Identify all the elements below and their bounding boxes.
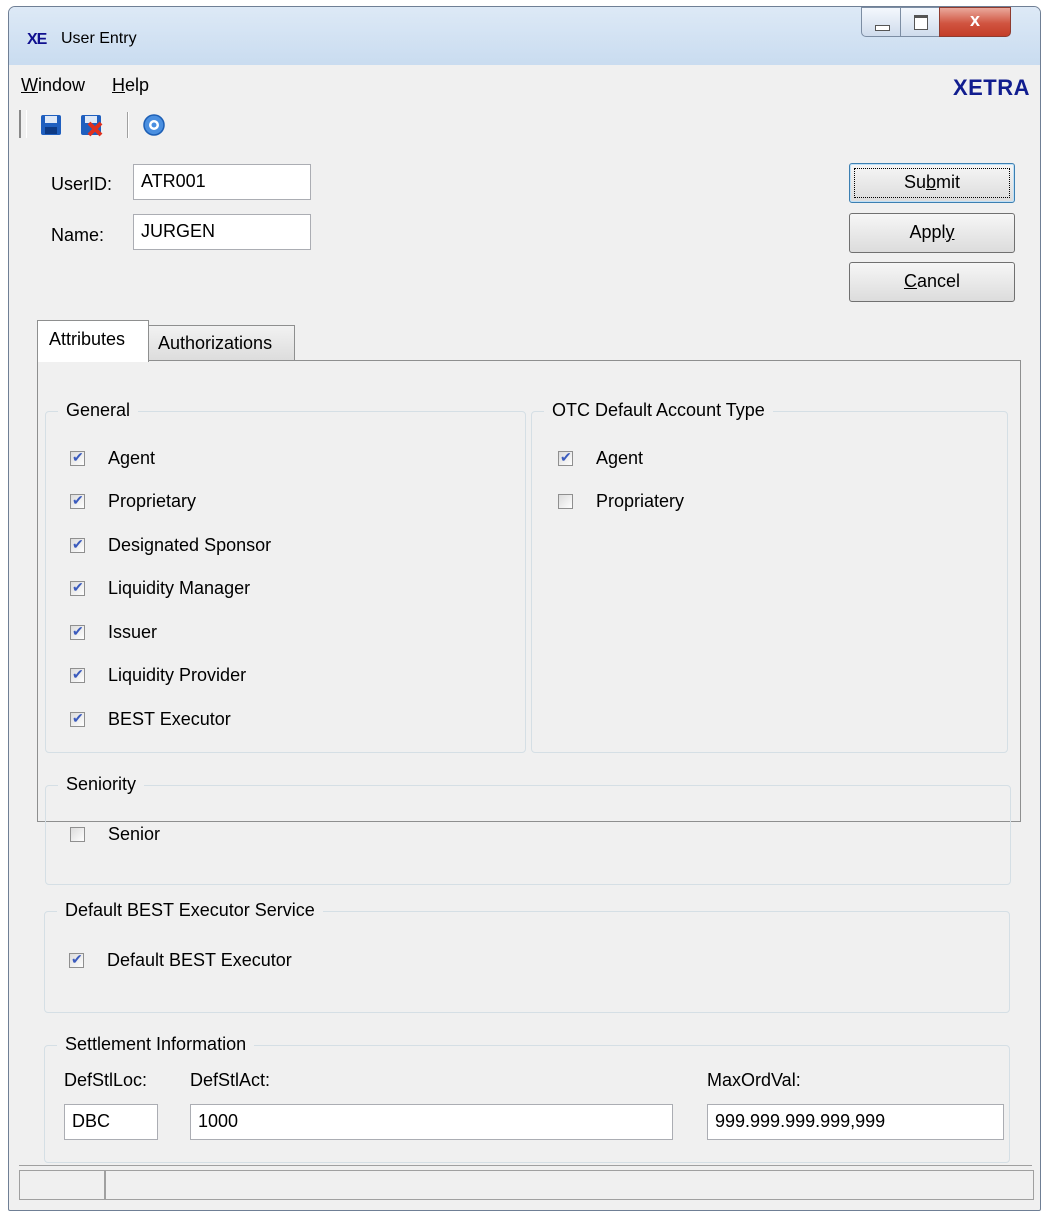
- cancel-button[interactable]: Cancel: [849, 262, 1015, 302]
- toolbar-grip[interactable]: [19, 110, 27, 138]
- cancel-mnemonic: C: [903, 271, 917, 291]
- user-entry-window: XE User Entry x Window Help XETRA UserID…: [8, 6, 1041, 1211]
- checkbox-box: [70, 710, 85, 727]
- submit-button[interactable]: Submit: [849, 163, 1015, 203]
- menu-help[interactable]: Help: [112, 75, 149, 96]
- status-cell-1: [19, 1170, 105, 1200]
- menu-bar: Window Help XETRA: [9, 65, 1040, 105]
- general-group: General Agent Proprietary Designated Spo…: [45, 400, 526, 753]
- maxordval-label: MaxOrdVal:: [707, 1070, 801, 1090]
- menu-help-mnemonic: H: [112, 75, 125, 95]
- checkbox-label: BEST Executor: [108, 709, 231, 729]
- help-icon[interactable]: [142, 113, 166, 137]
- checkbox-label: Designated Sponsor: [108, 535, 272, 555]
- minimize-button[interactable]: [861, 7, 901, 37]
- checkbox-label: Propriatery: [596, 491, 685, 511]
- minimize-icon: [875, 25, 890, 31]
- checkbox-label: Agent: [596, 448, 644, 468]
- defstlloc-field[interactable]: DBC: [64, 1104, 158, 1140]
- submit-focus-ring: [854, 168, 1010, 198]
- cancel-label-post: ancel: [916, 271, 961, 291]
- apply-mnemonic: y: [945, 222, 955, 242]
- checkbox-label: Agent: [108, 448, 156, 468]
- checkbox-box: [70, 579, 85, 596]
- defstlact-field[interactable]: 1000: [190, 1104, 673, 1140]
- close-icon: x: [969, 10, 980, 30]
- menu-window[interactable]: Window: [21, 75, 85, 96]
- checkbox-box: [558, 494, 573, 509]
- seniority-group: Seniority Senior: [45, 774, 1011, 885]
- attributes-tab-panel: General Agent Proprietary Designated Spo…: [37, 360, 1021, 885]
- save-close-icon[interactable]: [79, 113, 103, 137]
- checkbox-label: Proprietary: [108, 491, 197, 511]
- defstlact-label: DefStlAct:: [190, 1070, 271, 1090]
- maximize-icon: [914, 15, 928, 30]
- checkbox-label: Senior: [108, 824, 161, 844]
- checkbox-box: [70, 492, 85, 509]
- window-title: User Entry: [61, 30, 137, 47]
- toolbar-separator: [127, 112, 129, 138]
- checkbox-box: [558, 449, 573, 466]
- checkbox-label: Liquidity Manager: [108, 578, 251, 598]
- seniority-group-title: Seniority: [58, 774, 145, 795]
- xetra-brand-logo: XETRA: [952, 75, 1030, 100]
- save-icon[interactable]: [39, 113, 63, 137]
- defstlloc-label: DefStlLoc:: [64, 1070, 148, 1090]
- settlement-group-title: Settlement Information: [57, 1034, 255, 1055]
- app-logo: XE: [27, 31, 47, 48]
- checkbox-label: Default BEST Executor: [107, 950, 292, 970]
- otc-default-account-type-group: OTC Default Account Type Agent Propriate…: [531, 400, 1008, 753]
- maximize-button[interactable]: [900, 7, 940, 37]
- checkbox-box: [70, 666, 85, 683]
- otc-group-title: OTC Default Account Type: [544, 400, 773, 421]
- name-label: Name:: [51, 225, 105, 245]
- menu-help-label: elp: [125, 75, 150, 95]
- apply-label-pre: Appl: [909, 222, 946, 242]
- settlement-information-group: Settlement Information DefStlLoc: DBC De…: [44, 1034, 1010, 1163]
- userid-field[interactable]: ATR001: [133, 164, 311, 200]
- checkbox-label: Liquidity Provider: [108, 665, 247, 685]
- checkbox-box: [69, 951, 84, 968]
- menu-window-mnemonic: W: [21, 75, 38, 95]
- title-bar[interactable]: XE User Entry x: [9, 7, 1040, 66]
- checkbox-box: [70, 623, 85, 640]
- checkbox-box: [70, 536, 85, 553]
- general-group-title: General: [58, 400, 139, 421]
- menu-window-label: indow: [38, 75, 86, 95]
- status-cell-2: [105, 1170, 1034, 1200]
- checkbox-label: Issuer: [108, 622, 158, 642]
- status-bar: [19, 1165, 1034, 1202]
- best-service-group-title: Default BEST Executor Service: [57, 900, 323, 921]
- default-best-executor-service-group: Default BEST Executor Service Default BE…: [44, 900, 1010, 1013]
- maxordval-field[interactable]: 999.999.999.999,999: [707, 1104, 1004, 1140]
- tab-attributes[interactable]: Attributes: [37, 320, 149, 362]
- name-field[interactable]: JURGEN: [133, 214, 311, 250]
- checkbox-box: [70, 449, 85, 466]
- toolbar: [9, 107, 1040, 147]
- tab-authorizations[interactable]: Authorizations: [148, 325, 295, 361]
- checkbox-box: [70, 827, 85, 842]
- apply-button[interactable]: Apply: [849, 213, 1015, 253]
- close-button[interactable]: x: [939, 7, 1011, 37]
- userid-label: UserID:: [51, 174, 113, 194]
